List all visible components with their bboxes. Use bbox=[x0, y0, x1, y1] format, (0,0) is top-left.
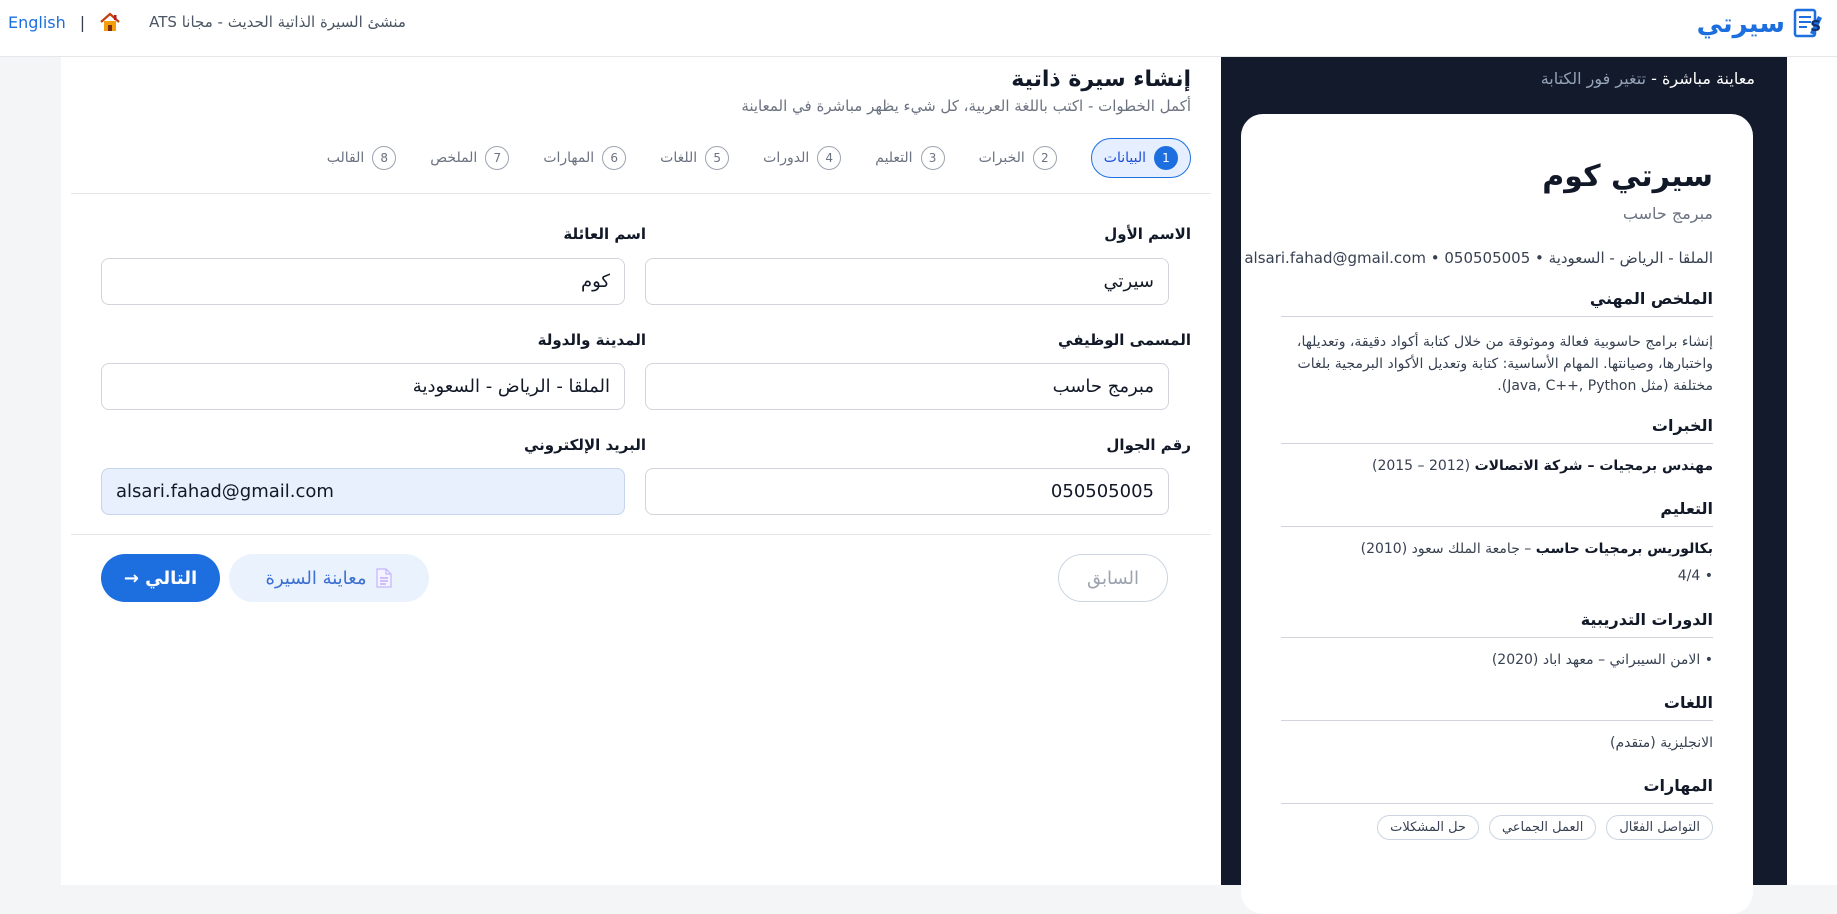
step-label: الخبرات bbox=[978, 150, 1025, 166]
cv-education-detail: – جامعة الملك سعود (2010) bbox=[1360, 541, 1536, 557]
step-number: 2 bbox=[1032, 146, 1057, 170]
step-number: 1 bbox=[1154, 146, 1178, 170]
cv-education-heading: التعليم bbox=[1281, 499, 1713, 527]
cv-languages-heading: اللغات bbox=[1281, 693, 1713, 721]
phone-input[interactable] bbox=[645, 468, 1169, 515]
cv-experience-item: مهندس برمجيات – شركة الاتصالات (2012 – 2… bbox=[1372, 458, 1713, 474]
step-label: القالب bbox=[326, 150, 365, 166]
cv-skill-chip: العمل الجماعي bbox=[1488, 815, 1597, 840]
step-number: 4 bbox=[817, 146, 842, 170]
previous-button-label: السابق bbox=[1086, 567, 1140, 589]
step-number: 5 bbox=[705, 146, 730, 170]
cv-skills-heading: المهارات bbox=[1281, 776, 1713, 804]
preview-header-dash: - bbox=[1646, 69, 1662, 88]
job-title-input[interactable] bbox=[645, 363, 1169, 410]
step-tab-personal[interactable]: 1 البيانات bbox=[1090, 138, 1191, 178]
brand-name: سيرتي bbox=[1696, 9, 1785, 39]
step-number: 8 bbox=[372, 146, 397, 170]
cv-experience-years: (2012 – 2015) bbox=[1371, 458, 1471, 474]
document-icon bbox=[376, 568, 393, 588]
cv-experience-heading: الخبرات bbox=[1281, 416, 1713, 444]
page-subtitle: أكمل الخطوات - اكتب باللغة العربية، كل ش… bbox=[741, 97, 1191, 115]
page-title: إنشاء سيرة ذاتية bbox=[1011, 67, 1191, 92]
step-label: اللغات bbox=[660, 150, 698, 166]
cv-role: مبرمج حاسب bbox=[1622, 204, 1713, 223]
next-button[interactable]: التالي → bbox=[101, 554, 220, 602]
cv-courses-heading: الدورات التدريبية bbox=[1281, 610, 1713, 638]
cv-preview-document: سيرتي كوم مبرمج حاسب الملقا - الرياض - ا… bbox=[1241, 114, 1753, 914]
step-number: 6 bbox=[602, 146, 627, 170]
phone-label: رقم الجوال bbox=[1106, 436, 1191, 454]
email-input[interactable] bbox=[101, 468, 625, 515]
home-icon[interactable] bbox=[99, 12, 121, 32]
step-tab-skills[interactable]: 6 المهارات bbox=[543, 138, 627, 178]
step-tab-template[interactable]: 8 القالب bbox=[327, 138, 397, 178]
step-number: 3 bbox=[920, 146, 945, 170]
city-country-label: المدينة والدولة bbox=[537, 331, 646, 349]
step-tab-summary[interactable]: 7 الملخص bbox=[430, 138, 510, 178]
top-bar: S سيرتي English | ATS منشئ السيرة الذاتي… bbox=[0, 0, 1837, 57]
site-title: ATS منشئ السيرة الذاتية الحديث - مجانا bbox=[149, 13, 406, 31]
last-name-label: اسم العائلة bbox=[563, 225, 646, 243]
cv-education-title: بكالوريس برمجيات حاسب bbox=[1535, 541, 1713, 557]
cv-experience-title: مهندس برمجيات – شركة الاتصالات bbox=[1474, 458, 1713, 474]
step-tab-experience[interactable]: 2 الخبرات bbox=[979, 138, 1057, 178]
next-button-label: التالي → bbox=[123, 567, 198, 589]
step-tab-courses[interactable]: 4 الدورات bbox=[763, 138, 842, 178]
cv-language-item: الانجليزية (متقدم) bbox=[1610, 735, 1713, 751]
brand-mark: S bbox=[1810, 17, 1821, 35]
last-name-input[interactable] bbox=[101, 258, 625, 305]
cv-name: سيرتي كوم bbox=[1542, 159, 1713, 194]
step-label: الملخص bbox=[430, 150, 478, 166]
language-switch-link[interactable]: English bbox=[8, 13, 66, 32]
divider bbox=[71, 193, 1211, 194]
preview-header-hint: تتغير فور الكتابة bbox=[1540, 69, 1647, 88]
step-label: التعليم bbox=[875, 150, 913, 166]
step-number: 7 bbox=[485, 146, 510, 170]
cv-education-gpa: • 4/4 bbox=[1677, 568, 1713, 584]
first-name-label: الاسم الأول bbox=[1104, 225, 1191, 243]
cv-skills-list: حل المشكلات العمل الجماعي التواصل الفعّا… bbox=[1377, 815, 1713, 840]
step-label: المهارات bbox=[543, 150, 595, 166]
cv-summary-text: إنشاء برامج حاسوبية فعالة وموثوقة من خلا… bbox=[1296, 334, 1713, 394]
city-country-input[interactable] bbox=[101, 363, 625, 410]
divider-pipe: | bbox=[79, 12, 86, 32]
step-tab-education[interactable]: 3 التعليم bbox=[875, 138, 945, 178]
preview-cv-button[interactable]: معاينة السيرة bbox=[229, 554, 429, 602]
preview-header-title: معاينة مباشرة bbox=[1662, 69, 1755, 88]
first-name-input[interactable] bbox=[645, 258, 1169, 305]
previous-button[interactable]: السابق bbox=[1058, 554, 1168, 602]
email-label: البريد الإلكتروني bbox=[524, 436, 646, 454]
live-preview-panel: معاينة مباشرة - تتغير فور الكتابة سيرتي … bbox=[1221, 57, 1787, 914]
cv-contact: الملقا - الرياض - السعودية • 050505005 •… bbox=[1244, 249, 1713, 267]
brand[interactable]: S سيرتي bbox=[1697, 6, 1829, 42]
cv-summary-heading: الملخص المهني bbox=[1281, 289, 1713, 317]
step-tab-languages[interactable]: 5 اللغات bbox=[660, 138, 730, 178]
preview-cv-button-label: معاينة السيرة bbox=[265, 567, 367, 589]
cv-course-item: • الامن السيبراني – معهد اباد (2020) bbox=[1491, 652, 1713, 668]
page-gutter bbox=[1787, 57, 1837, 885]
form-card: إنشاء سيرة ذاتية أكمل الخطوات - اكتب بال… bbox=[61, 57, 1221, 885]
cv-document-pen-icon: S bbox=[1793, 8, 1822, 38]
step-tabs: 1 البيانات 2 الخبرات 3 التعليم 4 الدورات… bbox=[327, 138, 1191, 178]
cv-skill-chip: التواصل الفعّال bbox=[1606, 815, 1713, 840]
divider bbox=[71, 534, 1211, 535]
preview-header: معاينة مباشرة - تتغير فور الكتابة bbox=[1541, 69, 1755, 88]
step-label: الدورات bbox=[763, 150, 810, 166]
cv-education-item: بكالوريس برمجيات حاسب – جامعة الملك سعود… bbox=[1361, 541, 1713, 557]
step-label: البيانات bbox=[1103, 150, 1146, 166]
job-title-label: المسمى الوظيفي bbox=[1058, 331, 1191, 349]
cv-skill-chip: حل المشكلات bbox=[1377, 815, 1479, 840]
top-links: English | ATS منشئ السيرة الذاتية الحديث… bbox=[8, 10, 406, 34]
